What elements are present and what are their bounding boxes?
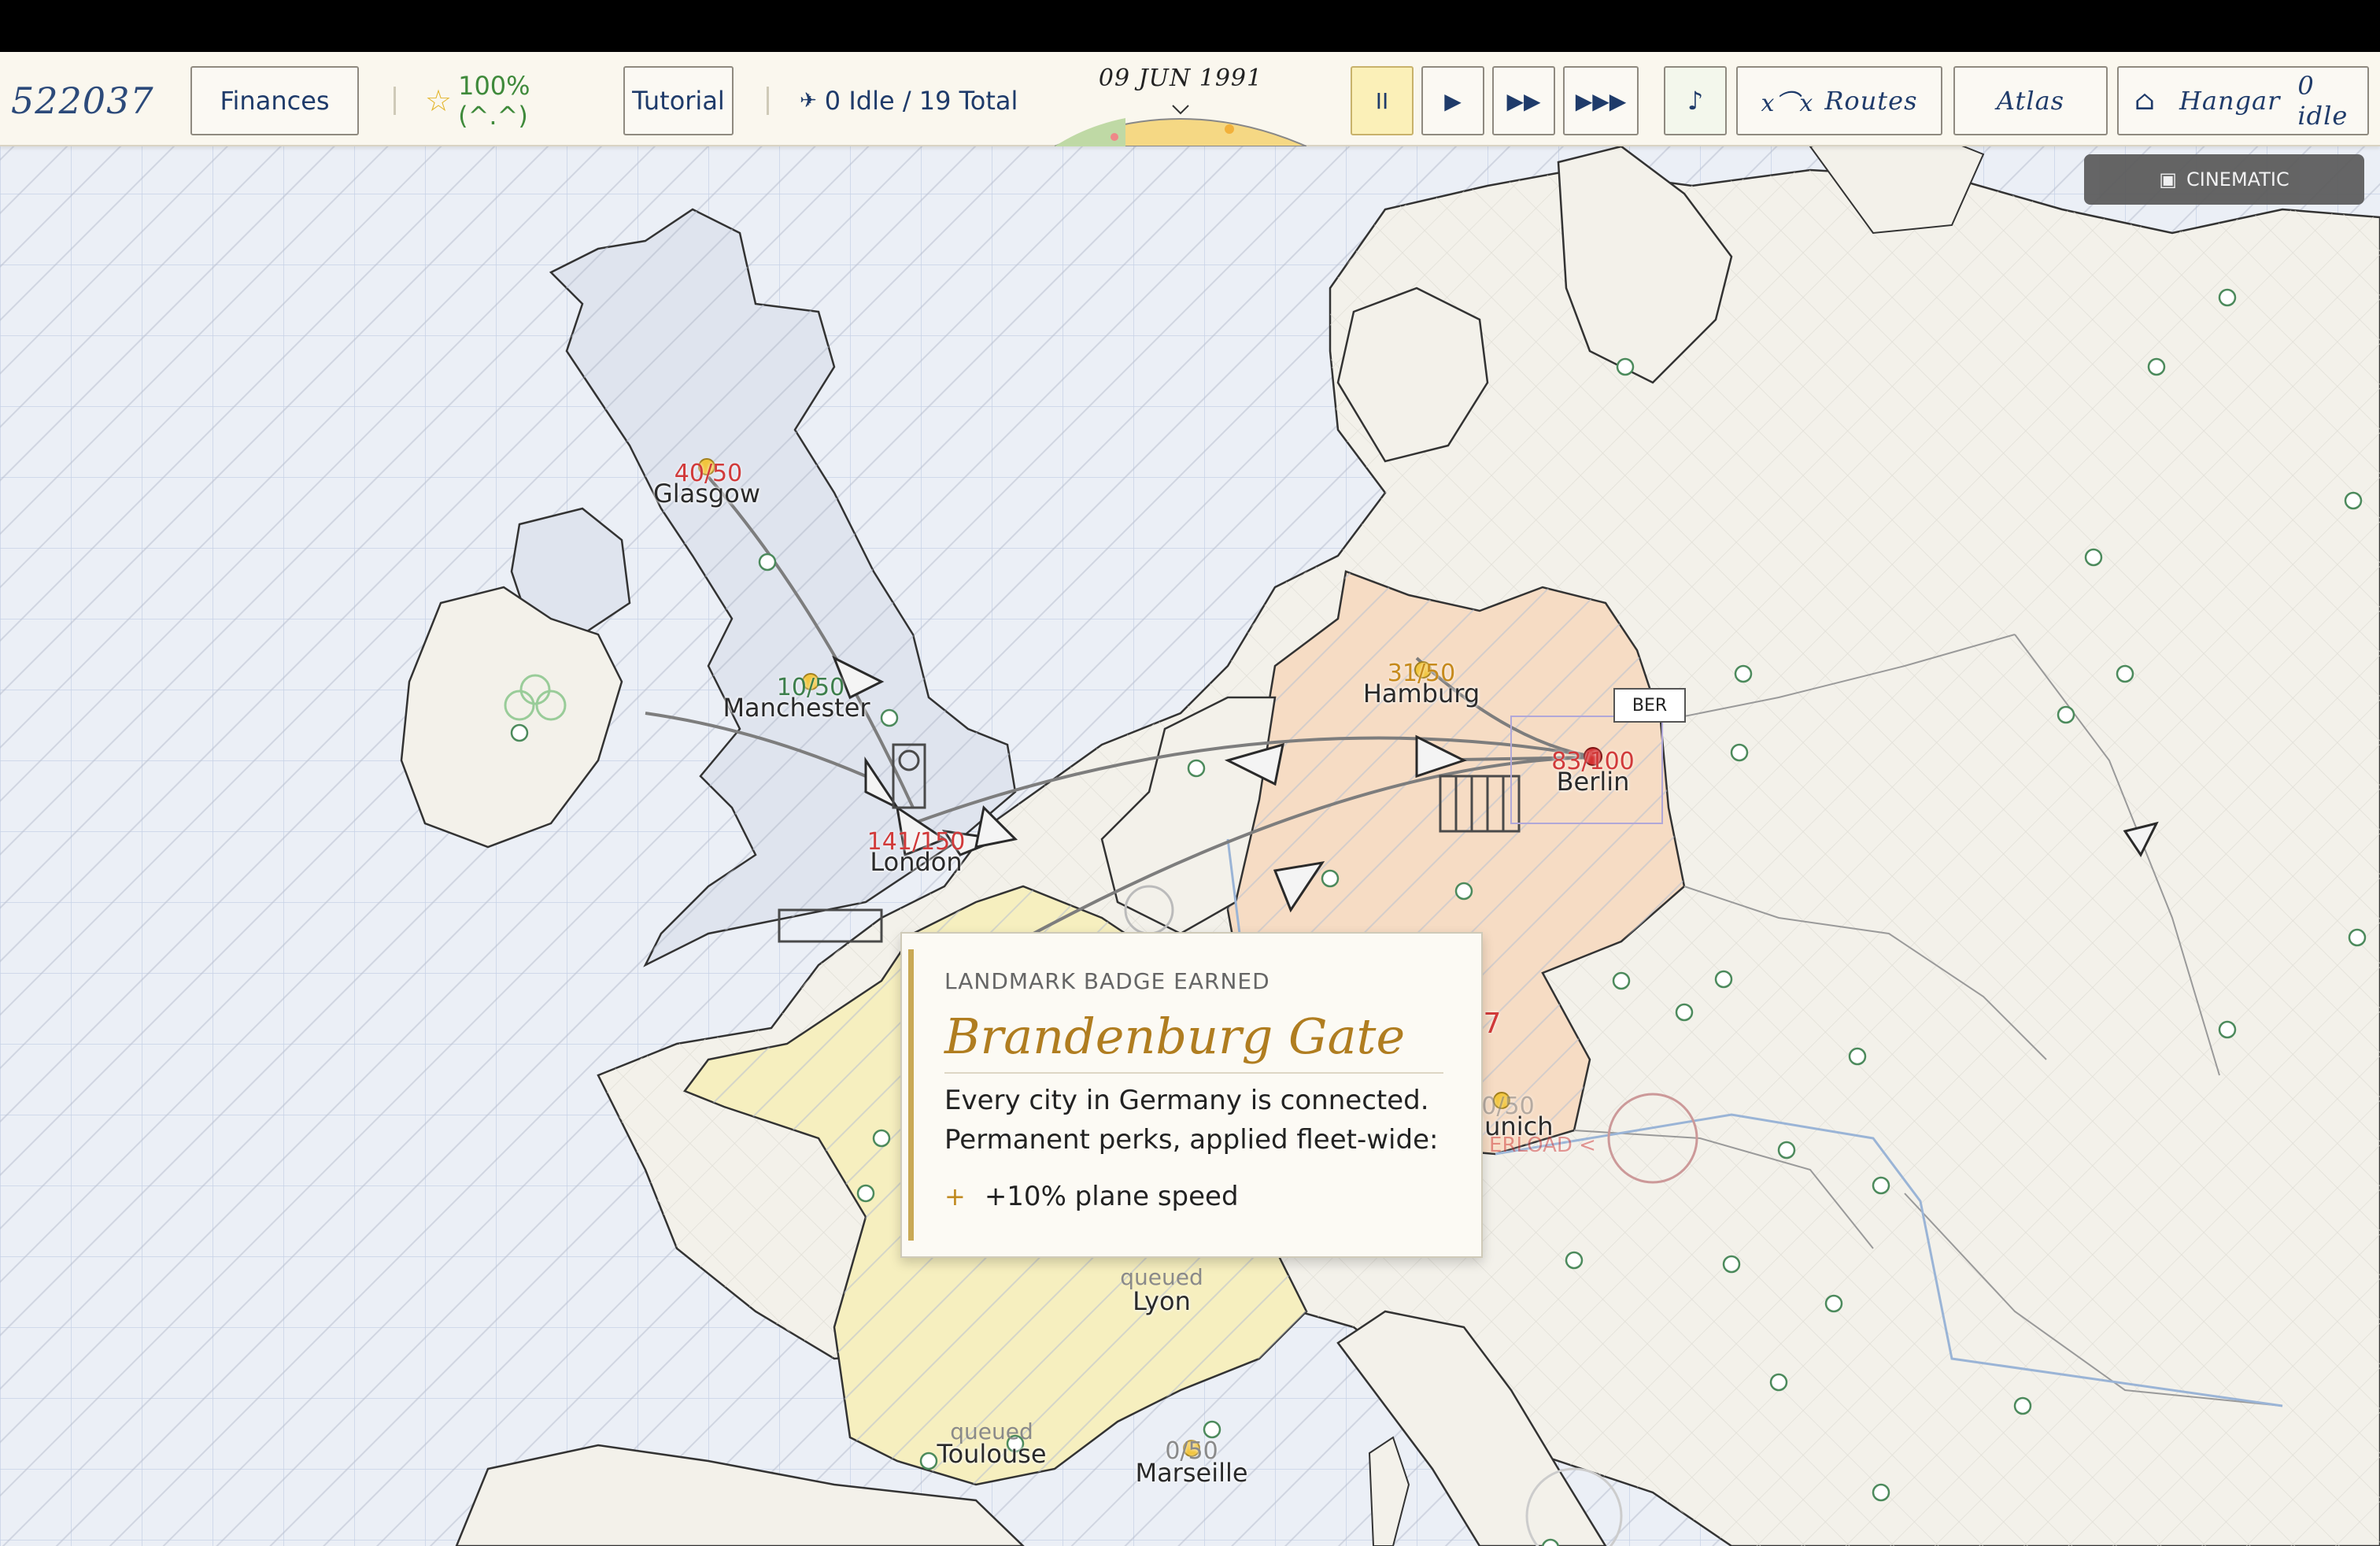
music-button[interactable]: ♪ [1664,66,1727,135]
date-pointer-icon [1172,105,1189,115]
finances-button[interactable]: Finances [190,66,359,135]
tutorial-button[interactable]: Tutorial [623,66,734,135]
cinematic-label: CINEMATIC [2186,168,2289,190]
season-dial [1055,105,1306,146]
routes-button[interactable]: x⌒x Routes [1736,66,1942,135]
date-label: 09 JUN 1991 [1098,65,1263,92]
landmark-badge-popup[interactable]: LANDMARK BADGE EARNED Brandenburg Gate E… [900,932,1483,1258]
plane-small-icon: ✈ [800,89,817,113]
hangar-button[interactable]: ⌂ Hangar 0 idle [2117,66,2369,135]
routes-label: Routes [1824,86,1918,116]
rating-label: 100% (^.^) [458,71,530,131]
badge-description-line1: Every city in Germany is connected. [944,1085,1429,1116]
popup-accent-bar [908,949,914,1241]
badge-title: Brandenburg Gate [944,1008,1406,1065]
fastest-forward-button[interactable]: ▶▶▶ [1563,66,1639,135]
city-label-marseille[interactable]: Marseille [1135,1458,1247,1488]
hangar-idle-count: 0 idle [2297,71,2349,131]
top-toolbar: 522037 Finances ☆ 100% (^.^) Tutorial ✈ … [0,52,2380,146]
fleet-label: 0 Idle / 19 Total [824,86,1018,116]
hangar-label: Hangar [2179,86,2281,116]
city-label-lyon[interactable]: Lyon [1133,1286,1191,1316]
toolbar-separator [394,87,396,115]
hangar-icon: ⌂ [2134,85,2156,117]
munich-partial-count: 7 [1483,1008,1502,1040]
badge-description-line2: Permanent perks, applied fleet-wide: [944,1124,1439,1156]
city-label-london[interactable]: London [870,847,962,877]
badge-divider [944,1072,1443,1074]
city-label-berlin[interactable]: Berlin [1557,767,1630,797]
fast-forward-button[interactable]: ▶▶ [1492,66,1555,135]
clapper-icon: ▣ [2159,168,2177,190]
perk-label: +10% plane speed [984,1181,1239,1212]
city-label-toulouse[interactable]: Toulouse [937,1439,1046,1469]
badge-perk-item: + +10% plane speed [944,1181,1239,1212]
date-widget: 09 JUN 1991 [1055,65,1306,146]
city-label-manchester[interactable]: Manchester [722,693,870,723]
map-canvas[interactable] [0,52,2380,1546]
rating-indicator[interactable]: ☆ 100% (^.^) [425,66,598,135]
os-top-bar [0,0,2380,52]
sun-icon [1225,124,1234,134]
city-label-hamburg[interactable]: Hamburg [1363,679,1480,708]
game-window: 40/50 Glasgow 10/50 Manchester 141/150 L… [0,52,2380,1546]
flower-icon [1111,133,1118,141]
badge-kicker: LANDMARK BADGE EARNED [944,968,1270,994]
star-icon: ☆ [425,83,453,118]
play-button[interactable]: ▶ [1421,66,1484,135]
overload-label: ERLOAD < [1489,1134,1596,1157]
pause-button[interactable]: II [1351,66,1414,135]
routes-icon: x⌒x [1761,90,1814,117]
atlas-button[interactable]: Atlas [1953,66,2108,135]
city-label-glasgow[interactable]: Glasgow [653,479,760,509]
fleet-status[interactable]: ✈ 0 Idle / 19 Total [800,66,1028,135]
perk-plus-icon: + [944,1182,966,1211]
toolbar-separator [767,87,769,115]
cinematic-button[interactable]: ▣ CINEMATIC [2084,154,2364,205]
berlin-airport-tag[interactable]: BER [1613,688,1686,723]
money-counter: 522037 [11,80,154,122]
